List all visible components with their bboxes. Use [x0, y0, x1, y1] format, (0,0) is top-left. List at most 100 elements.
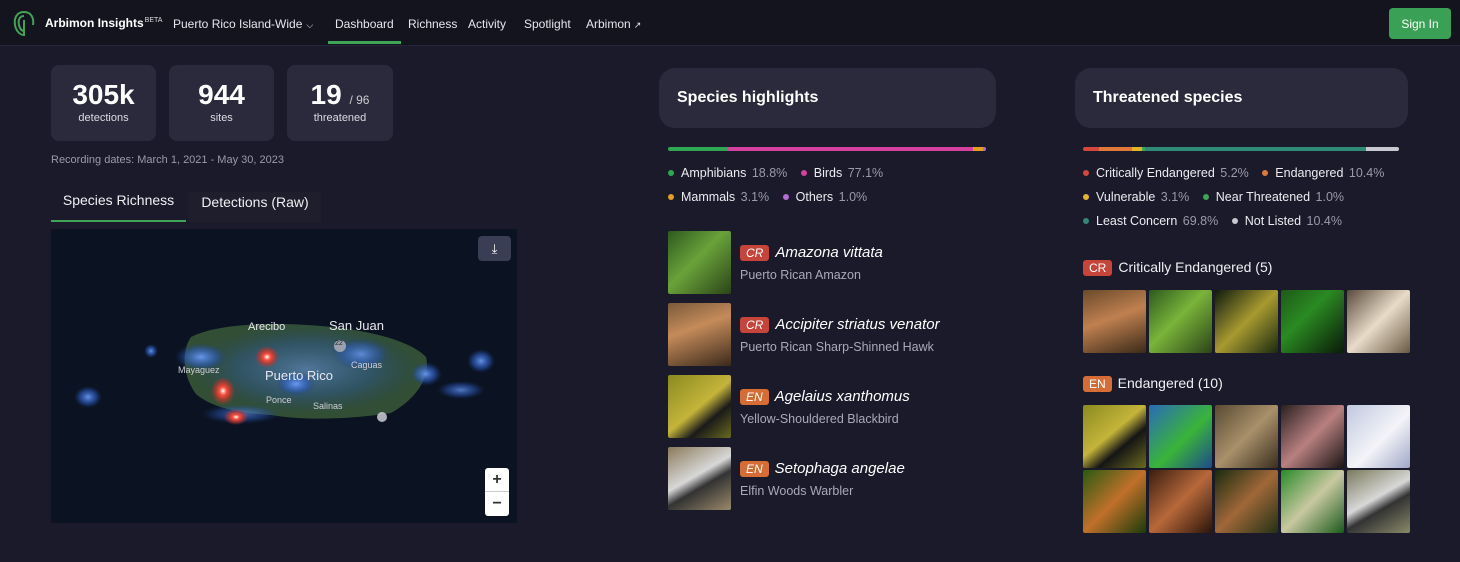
taxa-distribution-bar — [668, 147, 986, 151]
map-label-san-juan: San Juan — [329, 318, 384, 333]
species-photo[interactable] — [1083, 405, 1146, 468]
species-photo[interactable] — [1281, 290, 1344, 353]
legend-dot — [1083, 169, 1089, 176]
stat-label: sites — [210, 112, 233, 124]
nav-dashboard[interactable]: Dashboard — [328, 17, 401, 44]
species-photo[interactable] — [1347, 290, 1410, 353]
threat-legend-row-2: Vulnerable 3.1% Near Threatened 1.0% — [1083, 190, 1354, 204]
stat-label: detections — [78, 112, 129, 124]
map-label-arecibo: Arecibo — [248, 321, 286, 333]
species-highlights-header: Species highlights — [659, 68, 996, 128]
legend-dot — [800, 169, 807, 176]
tab-detections-raw[interactable]: Detections (Raw) — [189, 192, 321, 222]
species-card[interactable]: EN Setophaga angelae Elfin Woods Warbler — [668, 447, 988, 511]
status-badge: EN — [740, 389, 769, 405]
species-photo[interactable] — [1347, 470, 1410, 533]
status-badge: CR — [740, 245, 770, 261]
status-badge: CR — [740, 317, 770, 333]
endangered-heading[interactable]: EN Endangered (10) — [1083, 375, 1223, 392]
status-badge: EN — [1083, 376, 1112, 392]
species-scientific-name: EN Setophaga angelae — [740, 460, 905, 477]
map-label-salinas: Salinas — [313, 401, 343, 411]
species-card[interactable]: CR Accipiter striatus venator Puerto Rica… — [668, 303, 988, 367]
species-photo[interactable] — [1083, 470, 1146, 533]
tab-species-richness[interactable]: Species Richness — [51, 192, 186, 222]
species-photo[interactable] — [1215, 290, 1278, 353]
legend-dot — [1083, 217, 1089, 224]
species-scientific-name: CR Accipiter striatus venator — [740, 316, 940, 333]
threat-legend-row-1: Critically Endangered 5.2% Endangered 10… — [1083, 166, 1394, 180]
species-common-name: Puerto Rican Amazon — [740, 268, 861, 282]
species-scientific-name: CR Amazona vittata — [740, 244, 883, 261]
species-photo[interactable] — [1149, 470, 1212, 533]
legend-dot — [1083, 193, 1089, 200]
legend-dot — [668, 193, 674, 200]
stat-value: 305k — [72, 79, 135, 110]
taxa-legend-row-1: Amphibians 18.8% Birds 77.1% — [668, 166, 893, 180]
arbimon-logo-icon[interactable] — [12, 10, 36, 37]
status-badge: EN — [740, 461, 769, 477]
download-icon[interactable]: ⤓ — [478, 236, 511, 261]
zoom-out-button[interactable]: − — [485, 492, 509, 516]
legend-dot — [1262, 169, 1269, 176]
species-common-name: Yellow-Shouldered Blackbird — [740, 412, 899, 426]
species-photo — [668, 447, 731, 510]
species-photo[interactable] — [1215, 405, 1278, 468]
bar-segment — [1145, 147, 1367, 151]
stat-value: 944 — [198, 79, 245, 110]
stat-sites: 944 sites — [169, 65, 274, 141]
legend-dot — [1202, 193, 1209, 200]
threat-distribution-bar — [1083, 147, 1399, 151]
external-link-icon: ↗ — [633, 20, 642, 30]
nav-spotlight[interactable]: Spotlight — [524, 17, 571, 31]
species-photo[interactable] — [1347, 405, 1410, 468]
brand-name[interactable]: Arbimon InsightsBETA — [45, 16, 162, 30]
threat-legend-row-3: Least Concern 69.8% Not Listed 10.4% — [1083, 214, 1352, 228]
top-nav: Arbimon InsightsBETA Puerto Rico Island-… — [0, 0, 1460, 46]
map-label-caguas: Caguas — [351, 360, 383, 370]
nav-richness[interactable]: Richness — [408, 17, 457, 31]
bar-segment — [727, 147, 973, 151]
chevron-down-icon: ⌵ — [306, 20, 314, 30]
bar-segment — [1366, 147, 1399, 151]
taxa-legend-row-2: Mammals 3.1% Others 1.0% — [668, 190, 877, 204]
species-common-name: Elfin Woods Warbler — [740, 484, 854, 498]
critically-endangered-heading[interactable]: CR Critically Endangered (5) — [1083, 259, 1272, 276]
species-photo[interactable] — [1215, 470, 1278, 533]
bar-segment — [972, 147, 983, 151]
threatened-species-header: Threatened species — [1075, 68, 1408, 128]
species-card[interactable]: CR Amazona vittata Puerto Rican Amazon — [668, 231, 988, 295]
stat-detections: 305k detections — [51, 65, 156, 141]
bar-segment — [668, 147, 728, 151]
bar-segment — [1132, 147, 1143, 151]
recording-dates: Recording dates: March 1, 2021 - May 30,… — [51, 154, 284, 166]
legend-dot — [668, 169, 674, 176]
status-badge: CR — [1083, 260, 1113, 276]
species-photo[interactable] — [1281, 470, 1344, 533]
species-photo — [668, 303, 731, 366]
stat-value: 19 / 96 — [310, 79, 370, 110]
project-selector[interactable]: Puerto Rico Island-Wide ⌵ — [173, 17, 313, 31]
species-photo[interactable] — [1083, 290, 1146, 353]
species-scientific-name: EN Agelaius xanthomus — [740, 388, 910, 405]
map-label-route-22: 22 — [335, 340, 343, 347]
bar-segment — [1083, 147, 1100, 151]
species-photo — [668, 375, 731, 438]
legend-dot — [782, 193, 789, 200]
sign-in-button[interactable]: Sign In — [1389, 8, 1451, 39]
bar-segment — [982, 147, 986, 151]
nav-activity[interactable]: Activity — [468, 17, 506, 31]
legend-dot — [1231, 217, 1238, 224]
stat-label: threatened — [313, 112, 367, 124]
species-photo[interactable] — [1149, 290, 1212, 353]
bar-segment — [1099, 147, 1133, 151]
zoom-in-button[interactable]: + — [485, 468, 509, 492]
species-card[interactable]: EN Agelaius xanthomus Yellow-Shouldered B… — [668, 375, 988, 439]
heatmap-map[interactable]: Arecibo San Juan Mayaguez Puerto Rico Ca… — [51, 229, 517, 523]
species-common-name: Puerto Rican Sharp-Shinned Hawk — [740, 340, 934, 354]
nav-arbimon[interactable]: Arbimon ↗ — [586, 17, 641, 31]
species-photo — [668, 231, 731, 294]
species-photo[interactable] — [1281, 405, 1344, 468]
species-photo[interactable] — [1149, 405, 1212, 468]
map-label-ponce: Ponce — [266, 395, 292, 405]
